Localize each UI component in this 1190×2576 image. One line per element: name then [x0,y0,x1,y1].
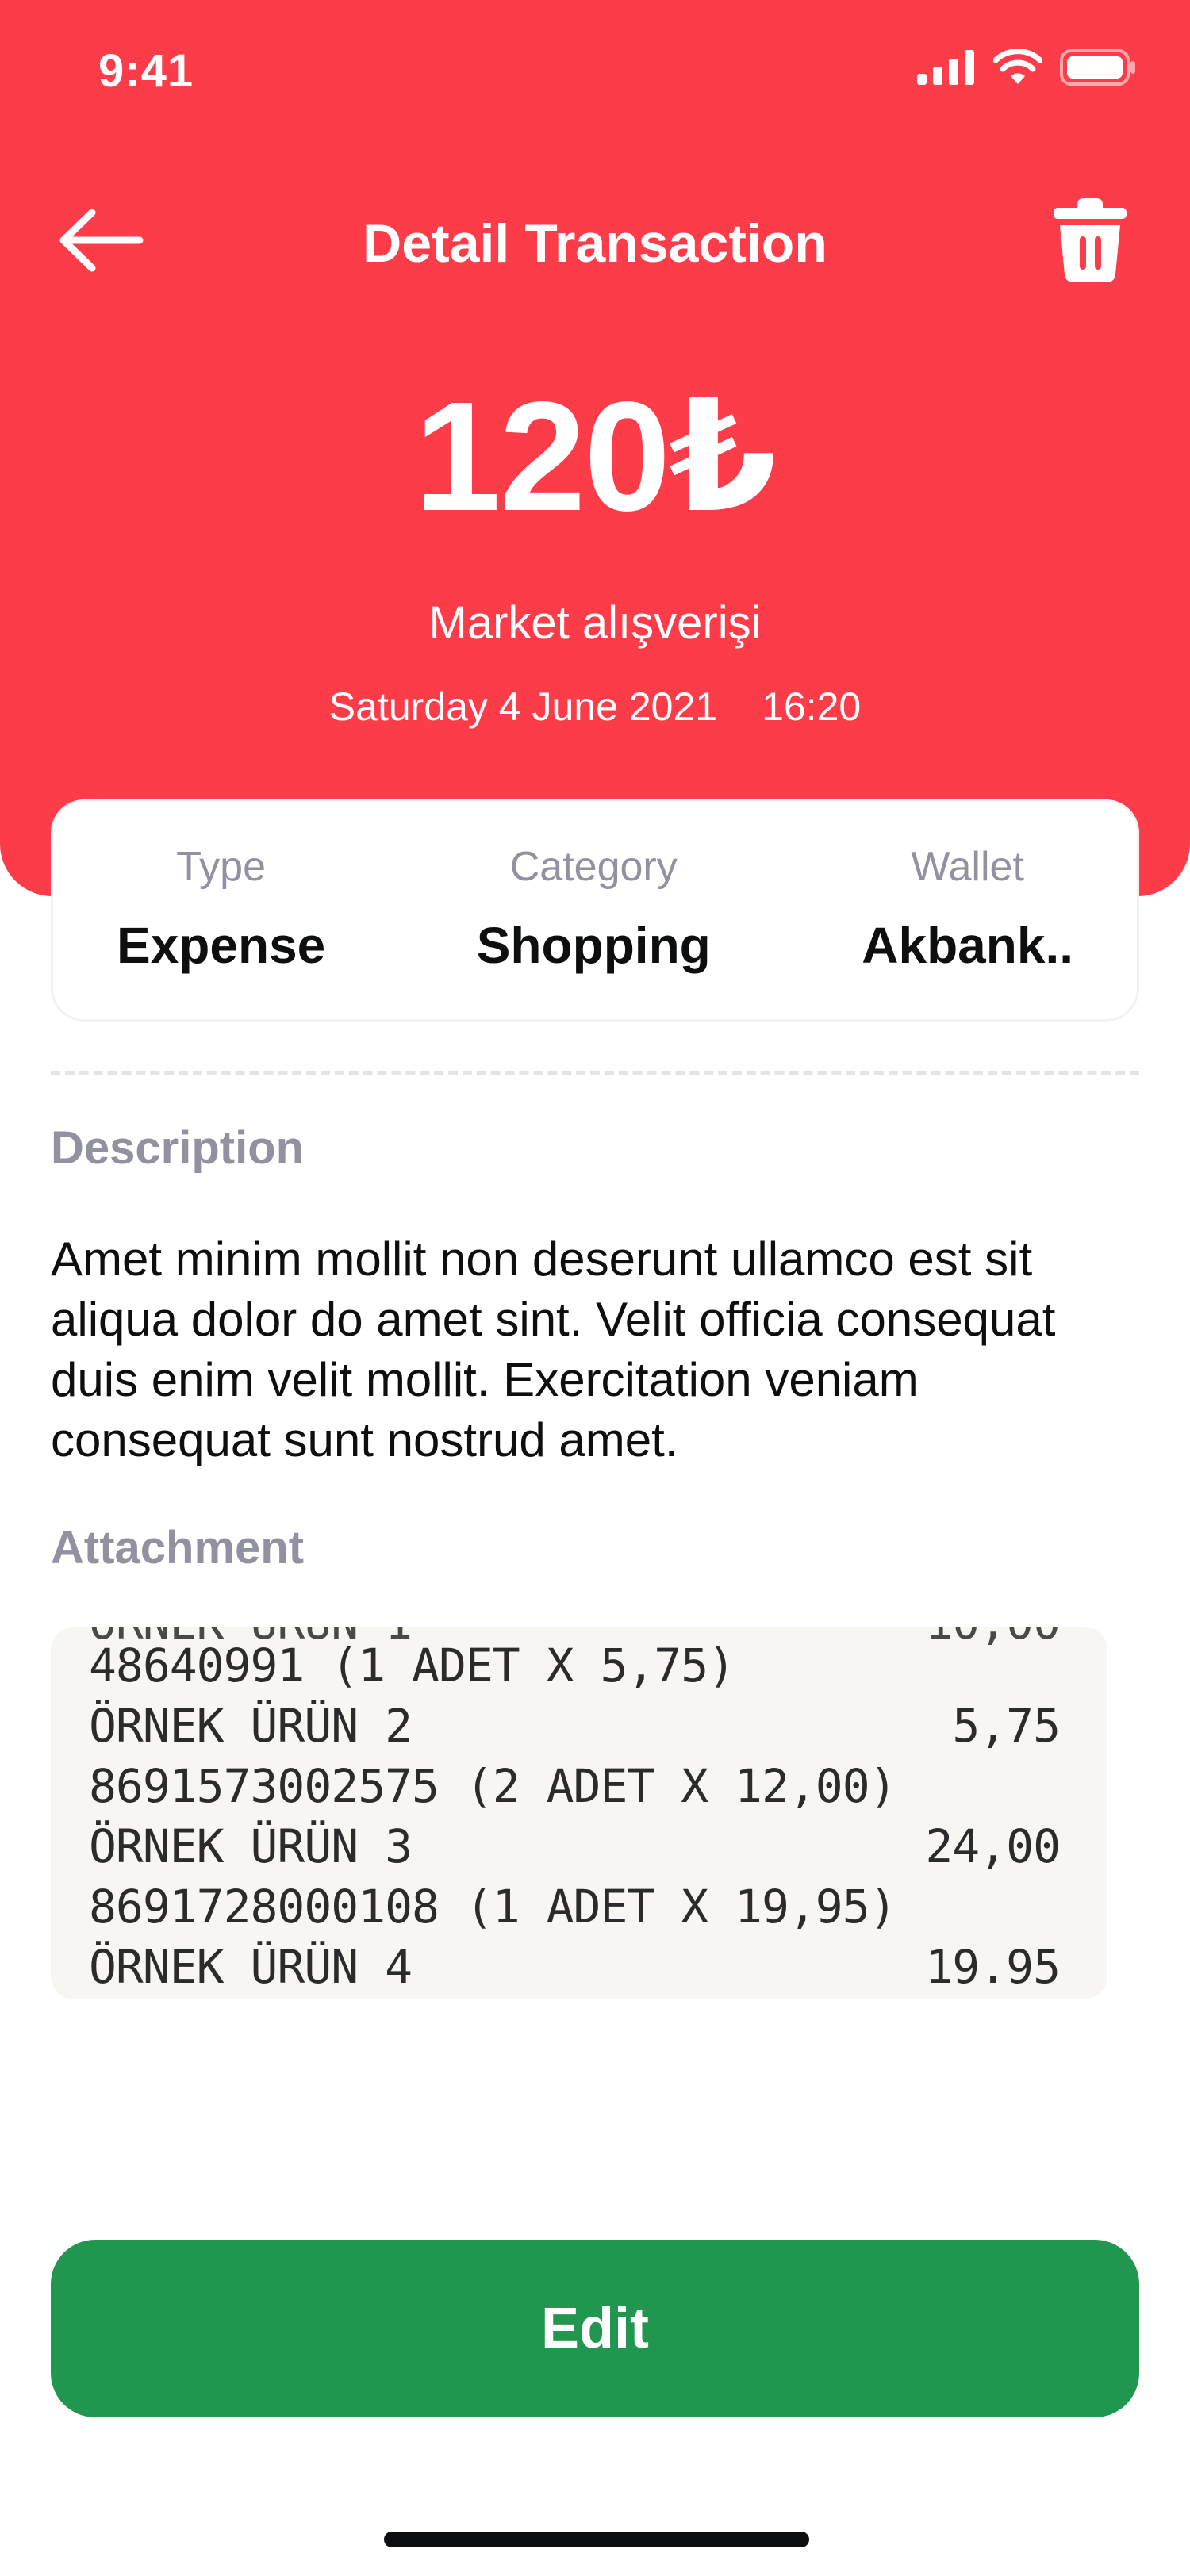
home-indicator[interactable] [384,2532,809,2547]
edit-button[interactable]: Edit [51,2240,1139,2417]
dashed-divider [51,1071,1139,1075]
category-value: Shopping [476,917,711,974]
page-title: Detail Transaction [363,213,827,274]
type-info: Type Expense [117,843,325,1019]
description-label: Description [51,1122,305,1174]
category-info: Category Shopping [477,843,711,1019]
receipt-line: ÖRNEK ÜRÜN 3 24,00 [89,1819,1061,1873]
description-text: Amet minim mollit non deserunt ullamco e… [51,1232,1056,1466]
status-icons [917,49,1136,86]
signal-icon [917,50,974,85]
receipt-line: ÖRNEK ÜRÜN 4 19.95 [89,1940,1061,1994]
attachment-label: Attachment [51,1522,305,1574]
transaction-datetime: Saturday 4 June 2021 16:20 [0,684,1190,730]
transaction-header: 9:41 Detail Transaction 120₺ Market alış… [0,0,1190,896]
receipt-line: 48640991 (1 ADET X 5,75) [89,1639,735,1692]
status-time: 9:41 [98,45,194,97]
category-label: Category [509,844,678,890]
wallet-value: Akbank.. [862,917,1073,974]
type-value: Expense [117,917,326,974]
attachment-image[interactable]: ÖRNEK ÜRÜN 110,00 48640991 (1 ADET X 5,7… [51,1627,1107,1999]
wallet-info: Wallet Akbank.. [862,843,1073,1019]
transaction-time: 16:20 [762,684,862,729]
trash-icon [1054,198,1127,282]
receipt-line: 8691728000108 (1 ADET X 19,95) [89,1880,897,1934]
transaction-info-card: Type Expense Category Shopping Wallet Ak… [51,799,1139,1022]
transaction-name: Market alışverişi [428,597,762,649]
receipt-line: 8691573002575 (2 ADET X 12,00) [89,1759,897,1813]
type-label: Type [176,844,266,890]
transaction-date: Saturday 4 June 2021 [328,684,718,729]
delete-button[interactable] [1050,197,1130,284]
transaction-amount: 120₺ [414,370,777,543]
receipt-line: ÖRNEK ÜRÜN 2 5,75 [89,1699,1061,1753]
battery-icon [1060,49,1135,86]
wallet-label: Wallet [911,844,1024,890]
wifi-icon [993,49,1042,84]
